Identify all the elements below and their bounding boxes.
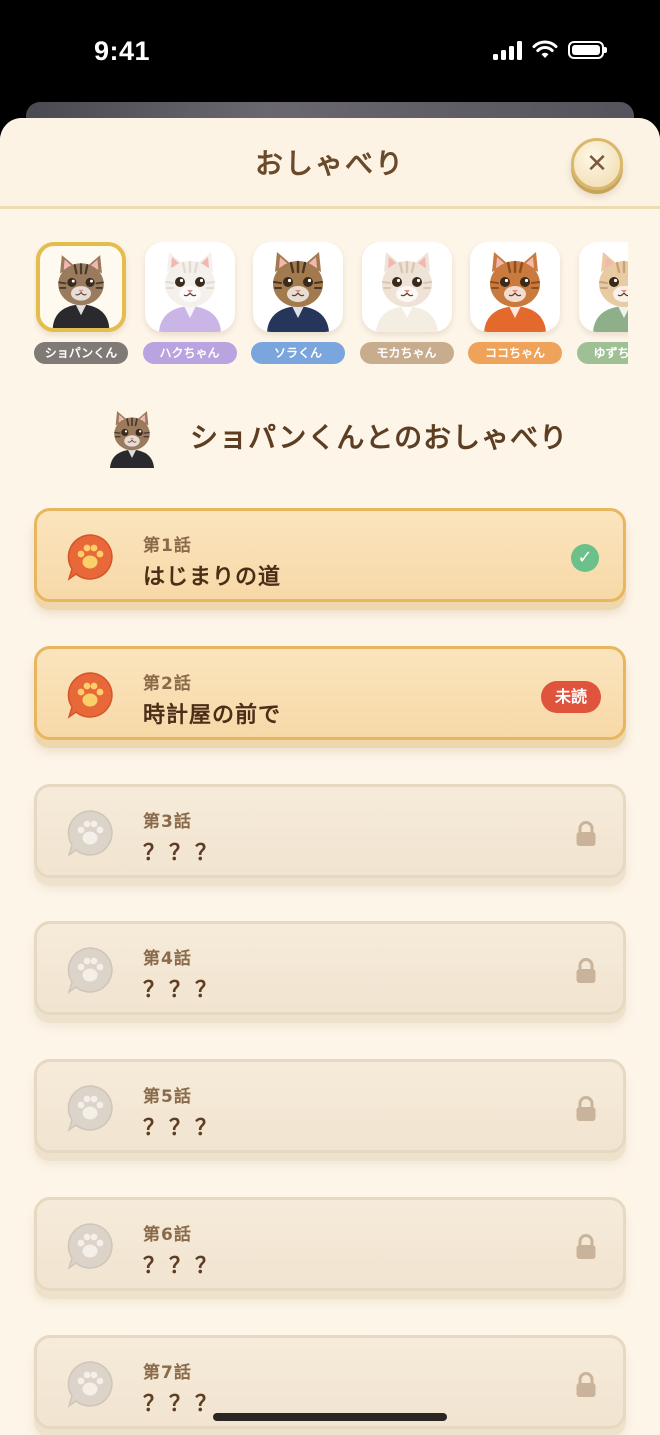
episode-title: ？？？ [143, 1116, 222, 1142]
unread-badge: 未読 [540, 680, 601, 713]
episode-title: ？？？ [143, 978, 222, 1004]
episode-card[interactable]: 第2話時計屋の前で 未読 [34, 645, 626, 740]
status-bar: 9:41 [0, 0, 660, 110]
cellular-signal-icon [493, 40, 522, 60]
cat-illustration [158, 252, 221, 332]
selected-character-title: ショパンくんとのおしゃべり [190, 421, 569, 454]
close-button[interactable]: ✕ [571, 138, 623, 190]
episode-card: 第4話 ？？？ [34, 921, 626, 1016]
episode-number: 第6話 [143, 1225, 192, 1245]
character-label: ハクちゃん [142, 342, 237, 364]
check-icon: ✓ [571, 544, 599, 572]
character-avatar[interactable] [578, 242, 628, 332]
paw-speech-bubble-icon [65, 1359, 115, 1409]
chat-sheet: おしゃべり ✕ ショパンくんハクちゃんソラくんモカちゃんココちゃんゆずちゃん シ… [0, 118, 660, 1435]
wifi-icon [532, 40, 558, 58]
cat-illustration [109, 411, 155, 468]
episode-card: 第6話 ？？？ [34, 1197, 626, 1291]
episode-card[interactable]: 第1話はじまりの道 ✓ [34, 508, 626, 602]
character-avatar[interactable] [253, 242, 343, 332]
episode-title: はじまりの道 [143, 565, 282, 590]
paw-speech-bubble-icon [65, 670, 115, 720]
lock-icon [575, 1371, 597, 1398]
lock-icon [575, 820, 597, 847]
selected-character-avatar [100, 398, 164, 474]
battery-icon [568, 41, 607, 59]
status-icons [493, 40, 607, 60]
character-selector[interactable]: ショパンくんハクちゃんソラくんモカちゃんココちゃんゆずちゃん [34, 242, 628, 372]
character-label: ゆずちゃん [576, 342, 628, 364]
episode-title: ？？？ [143, 840, 222, 866]
episode-title: ？？？ [143, 1254, 222, 1279]
episode-number: 第3話 [143, 811, 192, 832]
episode-title: ？？？ [143, 1391, 222, 1417]
episode-number: 第5話 [143, 1087, 192, 1108]
episode-card: 第5話 ？？？ [34, 1059, 626, 1154]
episode-number: 第7話 [143, 1362, 192, 1383]
lock-icon [575, 958, 597, 984]
episode-number: 第1話 [143, 536, 192, 556]
paw-speech-bubble-icon [65, 532, 115, 582]
episode-number: 第2話 [143, 673, 192, 694]
cat-illustration [592, 252, 628, 332]
paw-speech-bubble-icon [65, 1221, 115, 1271]
cat-illustration [375, 252, 438, 332]
character-avatar[interactable] [144, 242, 235, 332]
lock-icon [575, 1096, 597, 1122]
episode-number: 第4話 [143, 949, 192, 970]
paw-speech-bubble-icon [65, 1083, 115, 1133]
sheet-title: おしゃべり [254, 147, 405, 180]
sheet-header: おしゃべり ✕ [0, 118, 660, 209]
home-indicator [213, 1413, 447, 1421]
character-label: ココちゃん [468, 342, 562, 364]
cat-illustration [267, 252, 329, 332]
close-icon: ✕ [586, 149, 608, 179]
paw-speech-bubble-icon [65, 945, 115, 995]
cat-illustration [52, 255, 110, 328]
episode-title: 時計屋の前で [143, 702, 282, 728]
character-label: ソラくん [251, 342, 345, 364]
character-label: ショパンくん [34, 342, 128, 364]
cat-illustration [484, 252, 546, 332]
paw-speech-bubble-icon [65, 808, 115, 858]
status-time: 9:41 [94, 36, 151, 66]
character-avatar[interactable] [361, 242, 452, 332]
character-label: モカちゃん [359, 342, 454, 364]
episode-card: 第3話 ？？？ [34, 783, 626, 878]
lock-icon [575, 1234, 597, 1260]
character-avatar[interactable] [36, 242, 126, 332]
character-avatar[interactable] [470, 242, 560, 332]
